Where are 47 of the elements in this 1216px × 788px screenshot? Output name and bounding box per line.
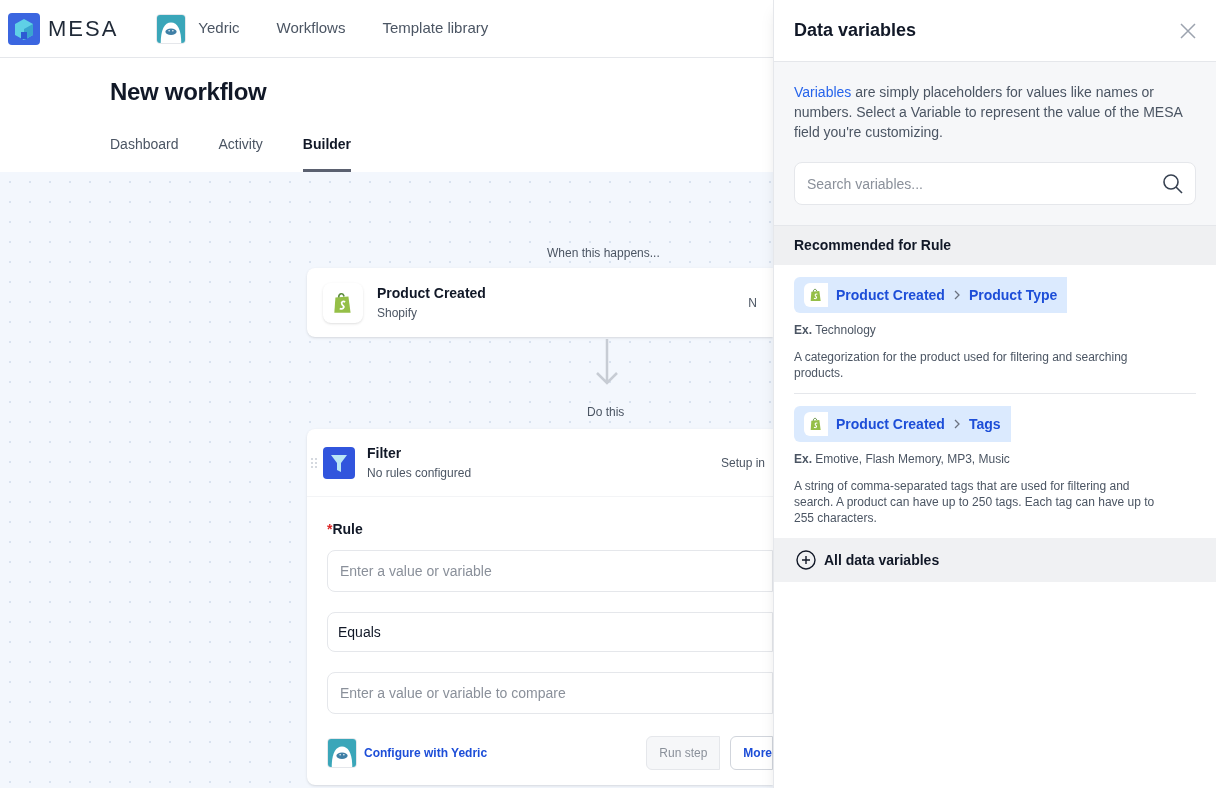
card-status: Setup in xyxy=(720,454,765,472)
cube-logo-icon xyxy=(8,12,40,45)
page-tab[interactable]: Activity xyxy=(218,134,263,172)
card-subtitle: No rules configured xyxy=(367,465,473,482)
variable-chip[interactable]: Product Created Product Type xyxy=(794,277,1068,313)
nav-link[interactable]: Workflows xyxy=(276,17,346,40)
trigger-card[interactable]: Product Created Shopify N xyxy=(307,268,773,337)
mascot-avatar-icon xyxy=(156,13,187,44)
page-title: New workflow xyxy=(110,77,268,107)
assistant-link[interactable]: Configure with Yedric xyxy=(364,744,488,762)
card-title: Product Created xyxy=(377,284,487,303)
variable-description: A string of comma-separated tags that are used for filtering and search. A product can have up to 250 tags. Each tag can have up to 255 characters. xyxy=(794,478,1156,526)
step-button[interactable]: More xyxy=(730,736,773,770)
step-label: Do this xyxy=(587,404,626,421)
funnel-icon xyxy=(323,446,355,479)
brand-name: MESA xyxy=(48,15,119,43)
card-subtitle: Shopify xyxy=(377,305,419,322)
close-icon[interactable] xyxy=(1180,22,1196,39)
mascot-avatar-icon xyxy=(327,738,357,768)
variables-link[interactable]: Variables xyxy=(794,84,852,100)
chevron-right-icon xyxy=(952,290,961,300)
chevron-right-icon xyxy=(952,419,961,429)
example-text: Ex. Emotive, Flash Memory, MP3, Music xyxy=(794,451,1010,468)
section-header: Recommended for Rule xyxy=(774,225,1216,265)
value-input-field[interactable]: Enter a value or variable to compare xyxy=(327,672,773,714)
operator-select[interactable]: Equals xyxy=(327,612,773,652)
shopping-bag-icon xyxy=(808,287,824,303)
nav-link[interactable]: Yedric xyxy=(156,13,240,44)
drag-handle-icon[interactable] xyxy=(311,457,317,468)
shopping-bag-icon xyxy=(808,416,824,432)
card-status: N xyxy=(748,294,757,312)
search-field[interactable]: Search variables... xyxy=(794,162,1196,205)
step-label: When this happens... xyxy=(547,245,660,262)
card-title: Filter xyxy=(367,444,403,463)
intro-text: Variables are simply placeholders for values like names or numbers. Select a Variable to represent the value of the MESA field you're customizing. xyxy=(794,83,1184,142)
page-tab[interactable]: Dashboard xyxy=(110,134,179,172)
all-variables-button[interactable]: All data variables xyxy=(774,538,1216,582)
variable-chip[interactable]: Product Created Tags xyxy=(794,406,1011,442)
nav-link[interactable]: Template library xyxy=(382,17,489,40)
variable-description: A categorization for the product used for filtering and searching products. xyxy=(794,349,1129,381)
search-icon xyxy=(1162,173,1184,195)
example-text: Ex. Technology xyxy=(794,322,876,339)
field-label: *Rule xyxy=(327,520,364,539)
drawer-title: Data variables xyxy=(794,19,917,42)
down-arrow-icon xyxy=(594,339,620,387)
plus-circle-icon xyxy=(796,550,816,570)
value-input-field[interactable]: Enter a value or variable xyxy=(327,550,773,592)
